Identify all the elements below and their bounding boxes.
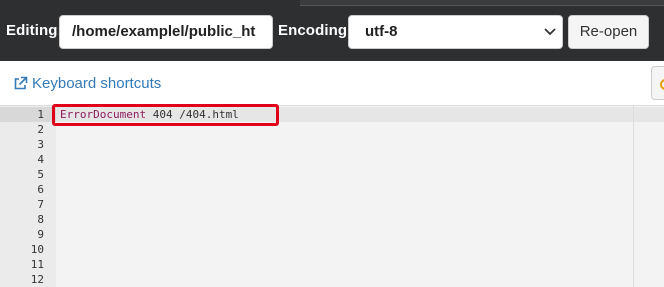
editor-toolbar: Editing: /home/examplel/public_ht Encodi… <box>0 0 664 61</box>
editor-subbar: Keyboard shortcuts <box>0 61 664 105</box>
editing-label: Editing: <box>6 22 63 39</box>
line-number: 1 <box>37 108 44 121</box>
print-margin <box>633 106 634 287</box>
chevron-down-icon <box>544 28 556 36</box>
reopen-button[interactable]: Re-open <box>568 15 649 49</box>
file-path-input[interactable]: /home/examplel/public_ht <box>59 15 273 49</box>
keyboard-shortcuts-label: Keyboard shortcuts <box>32 75 162 92</box>
line-number: 5 <box>37 168 44 181</box>
settings-button[interactable] <box>651 66 664 100</box>
annotation-highlight-box <box>52 104 279 126</box>
encoding-select[interactable]: utf-8 <box>348 15 563 49</box>
toolbar-top-strip <box>300 0 664 6</box>
line-number: 6 <box>37 183 44 196</box>
encoding-select-value: utf-8 <box>365 23 398 40</box>
line-number: 10 <box>30 243 44 256</box>
code-editor[interactable]: 1 2 3 4 5 6 7 8 9 10 11 12 ErrorDocument… <box>0 105 664 287</box>
external-link-icon <box>14 76 28 90</box>
line-number: 12 <box>30 273 44 286</box>
line-number: 2 <box>37 123 44 136</box>
line-number: 4 <box>37 153 44 166</box>
line-number: 8 <box>37 213 44 226</box>
encoding-label: Encoding: <box>278 22 353 39</box>
keyboard-shortcuts-link[interactable]: Keyboard shortcuts <box>13 75 161 92</box>
line-number: 7 <box>37 198 44 211</box>
line-number: 3 <box>37 138 44 151</box>
settings-icon <box>660 79 664 90</box>
line-number: 9 <box>37 228 44 241</box>
line-numbers: 1 2 3 4 5 6 7 8 9 10 11 12 <box>0 107 44 287</box>
line-number: 11 <box>30 258 44 271</box>
